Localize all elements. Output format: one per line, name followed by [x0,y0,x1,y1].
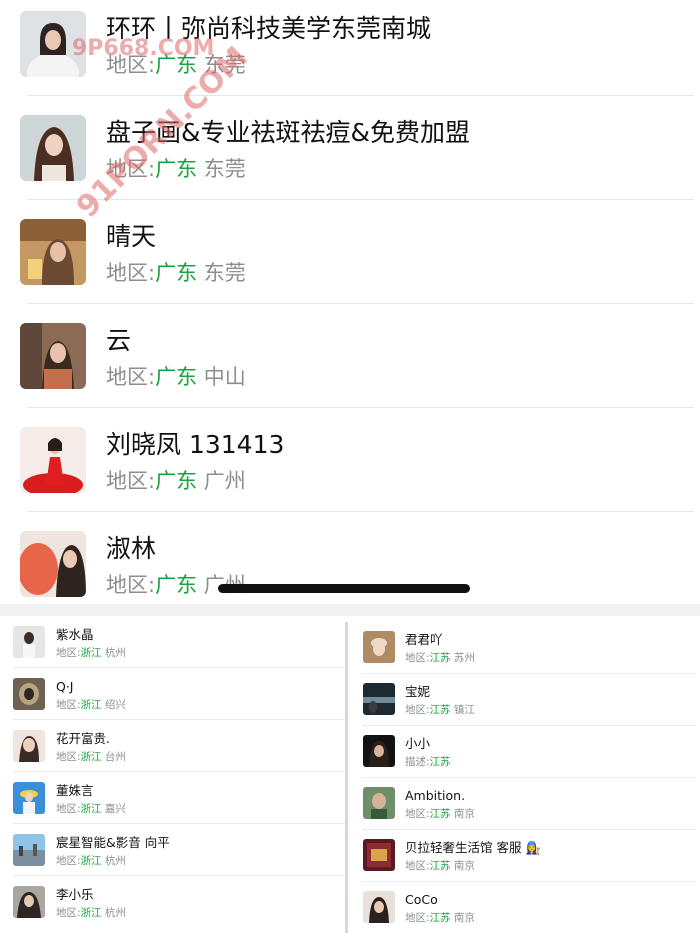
list-item[interactable]: 小小 描述:江苏 [350,720,700,778]
avatar [363,891,395,923]
contact-name: 环环丨弥尚科技美学东莞南城 [106,14,432,43]
avatar [20,531,86,597]
contact-region: 地区:浙江 台州 [56,751,126,763]
contact-region: 地区:江苏 南京 [405,912,475,924]
avatar [363,787,395,819]
contact-name: 董姝言 [56,783,94,798]
avatar [363,839,395,871]
contact-name: 君君吖 [405,632,443,647]
contact-region: 地区:广东 东莞 [106,157,246,181]
list-item[interactable]: 君君吖 地区:江苏 苏州 [350,616,700,674]
avatar [13,730,45,762]
contact-region: 地区:江苏 南京 [405,808,475,820]
contact-name: 紫水晶 [56,627,94,642]
avatar [363,735,395,767]
contact-name: Q·J [56,679,74,694]
avatar [20,115,86,181]
avatar [20,323,86,389]
avatar [13,782,45,814]
contact-name: 云 [106,326,132,355]
contact-region: 地区:江苏 苏州 [405,652,475,664]
contact-name: Ambition. [405,788,466,803]
list-item[interactable]: 李小乐 地区:浙江 杭州 [0,876,345,928]
contact-list-left: 紫水晶 地区:浙江 杭州 Q·J 地区:浙江 绍兴 花开富贵. 地区:浙江 台州… [0,616,345,933]
avatar [13,886,45,918]
contact-list-large: 环环丨弥尚科技美学东莞南城 地区:广东 东莞 盘子画&专业祛斑祛痘&免费加盟 地… [0,0,700,600]
contact-row[interactable]: 刘晓凤 131413 地区:广东 广州 [0,416,700,520]
contact-region: 地区:江苏 镇江 [405,704,475,716]
contact-row[interactable]: 云 地区:广东 中山 [0,312,700,416]
contact-name: 宝妮 [405,684,431,699]
column-separator [345,622,348,933]
contact-name: 宸星智能&影音 向平 [56,835,170,850]
list-item[interactable]: 董姝言 地区:浙江 嘉兴 [0,772,345,824]
list-item[interactable]: Q·J 地区:浙江 绍兴 [0,668,345,720]
contact-region: 地区:广东 东莞 [106,261,246,285]
contact-name: 晴天 [106,222,157,251]
contact-region: 地区:广东 东莞 [106,53,246,77]
avatar [20,11,86,77]
avatar [363,683,395,715]
contact-region: 地区:浙江 嘉兴 [56,803,126,815]
avatar [20,219,86,285]
list-item[interactable]: 花开富贵. 地区:浙江 台州 [0,720,345,772]
avatar [13,834,45,866]
contact-name: CoCo [405,892,438,907]
contact-name: 盘子画&专业祛斑祛痘&免费加盟 [106,118,470,147]
row-divider [28,511,694,512]
home-indicator [218,584,470,593]
row-divider [28,199,694,200]
contact-region: 地区:浙江 杭州 [56,647,126,659]
list-item[interactable]: 宝妮 地区:江苏 镇江 [350,668,700,726]
contact-list-right: 君君吖 地区:江苏 苏州 宝妮 地区:江苏 镇江 小小 描述:江苏 Ambiti… [350,616,700,933]
avatar [13,626,45,658]
contact-region: 地区:江苏 南京 [405,860,475,872]
list-item[interactable]: Ambition. 地区:江苏 南京 [350,772,700,830]
list-item[interactable]: 宸星智能&影音 向平 地区:浙江 杭州 [0,824,345,876]
list-item[interactable]: 紫水晶 地区:浙江 杭州 [0,616,345,668]
contact-name: 小小 [405,736,431,751]
section-divider [0,604,700,616]
contact-row[interactable]: 晴天 地区:广东 东莞 [0,208,700,312]
avatar [20,427,86,493]
contact-region: 地区:浙江 杭州 [56,855,126,867]
list-item[interactable]: 贝拉轻奢生活馆 客服 👩‍🔧 地区:江苏 南京 [350,824,700,882]
row-divider [28,95,694,96]
contact-region: 地区:浙江 绍兴 [56,699,126,711]
contact-name: 刘晓凤 131413 [106,430,285,459]
row-divider [28,407,694,408]
contact-name: 贝拉轻奢生活馆 客服 👩‍🔧 [405,840,542,855]
list-item[interactable]: CoCo 地区:江苏 南京 [350,876,700,928]
avatar [13,678,45,710]
contact-name: 李小乐 [56,887,94,902]
contact-region: 地区:浙江 杭州 [56,907,126,919]
contact-region: 描述:江苏 [405,756,451,768]
avatar [363,631,395,663]
contact-row[interactable]: 盘子画&专业祛斑祛痘&免费加盟 地区:广东 东莞 [0,104,700,208]
contact-region: 地区:广东 广州 [106,469,246,493]
contact-region: 地区:广东 中山 [106,365,246,389]
row-divider [28,303,694,304]
contact-name: 花开富贵. [56,731,110,746]
contact-row[interactable]: 环环丨弥尚科技美学东莞南城 地区:广东 东莞 [0,0,700,104]
contact-name: 淑林 [106,534,157,563]
